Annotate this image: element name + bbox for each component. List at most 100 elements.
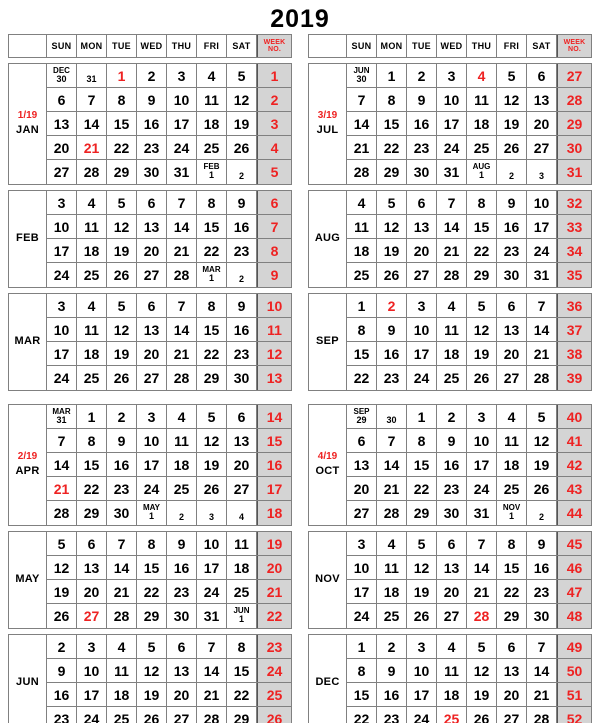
day-cell[interactable]: 10 [77, 659, 107, 682]
day-cell[interactable]: 14 [377, 453, 407, 476]
day-cell[interactable]: 24 [407, 366, 437, 390]
day-cell[interactable]: 22 [347, 707, 377, 723]
day-cell[interactable]: 11 [167, 429, 197, 452]
day-cell[interactable]: 25 [437, 366, 467, 390]
day-cell[interactable]: 15 [197, 318, 227, 341]
day-cell[interactable]: 9 [437, 429, 467, 452]
day-cell[interactable]: 5 [197, 405, 227, 428]
day-cell[interactable]: 3 [167, 64, 197, 87]
day-cell[interactable]: 10 [47, 215, 77, 238]
day-cell[interactable]: 22 [197, 342, 227, 365]
day-cell[interactable]: 5 [467, 635, 497, 658]
day-cell[interactable]: 22 [377, 136, 407, 159]
day-cell[interactable]: 3 [407, 635, 437, 658]
day-cell[interactable]: 6 [47, 88, 77, 111]
day-cell[interactable]: 2 [527, 501, 557, 525]
day-cell[interactable]: 15 [107, 112, 137, 135]
day-cell[interactable]: 2 [377, 635, 407, 658]
day-cell[interactable]: 18 [437, 683, 467, 706]
day-cell[interactable]: 18 [227, 556, 257, 579]
day-cell[interactable]: 30 [437, 501, 467, 525]
day-cell[interactable]: 1 [77, 405, 107, 428]
day-cell[interactable]: 27 [137, 263, 167, 287]
day-cell[interactable]: 12 [227, 88, 257, 111]
day-cell[interactable]: 20 [167, 683, 197, 706]
day-cell[interactable]: 22 [107, 136, 137, 159]
day-cell[interactable]: 11 [467, 88, 497, 111]
day-cell[interactable]: 3 [407, 294, 437, 317]
day-cell[interactable]: JUN 1 [227, 604, 257, 628]
day-cell[interactable]: 30 [497, 263, 527, 287]
day-cell[interactable]: 31 [467, 501, 497, 525]
day-cell[interactable]: 4 [467, 64, 497, 87]
day-cell[interactable]: 12 [527, 429, 557, 452]
day-cell[interactable]: 23 [527, 580, 557, 603]
day-cell[interactable]: 11 [437, 659, 467, 682]
day-cell[interactable]: 25 [467, 136, 497, 159]
day-cell[interactable]: 2 [167, 501, 197, 525]
day-cell[interactable]: 4 [77, 294, 107, 317]
day-cell[interactable]: 9 [407, 88, 437, 111]
day-cell[interactable]: 18 [197, 112, 227, 135]
day-cell[interactable]: MAY 1 [137, 501, 167, 525]
day-cell[interactable]: 8 [497, 532, 527, 555]
day-cell[interactable]: 22 [77, 477, 107, 500]
day-cell[interactable]: 13 [497, 659, 527, 682]
day-cell[interactable]: 1 [407, 405, 437, 428]
day-cell[interactable]: 2 [47, 635, 77, 658]
day-cell[interactable]: 2 [227, 160, 257, 184]
day-cell[interactable]: 28 [527, 707, 557, 723]
day-cell[interactable]: 24 [47, 263, 77, 287]
day-cell[interactable]: 13 [137, 318, 167, 341]
day-cell[interactable]: 15 [377, 112, 407, 135]
day-cell[interactable]: 5 [377, 191, 407, 214]
day-cell[interactable]: JUN 30 [347, 64, 377, 87]
day-cell[interactable]: 22 [227, 683, 257, 706]
day-cell[interactable]: 10 [407, 318, 437, 341]
day-cell[interactable]: 19 [497, 112, 527, 135]
day-cell[interactable]: 7 [527, 635, 557, 658]
day-cell[interactable]: 5 [527, 405, 557, 428]
day-cell[interactable]: 2 [437, 405, 467, 428]
day-cell[interactable]: 3 [437, 64, 467, 87]
day-cell[interactable]: 15 [497, 556, 527, 579]
day-cell[interactable]: 20 [137, 239, 167, 262]
day-cell[interactable]: 17 [137, 453, 167, 476]
day-cell[interactable]: 20 [77, 580, 107, 603]
day-cell[interactable]: 6 [437, 532, 467, 555]
day-cell[interactable]: 1 [377, 64, 407, 87]
day-cell[interactable]: 9 [227, 191, 257, 214]
day-cell[interactable]: 25 [377, 604, 407, 628]
day-cell[interactable]: 10 [437, 88, 467, 111]
day-cell[interactable]: 6 [137, 191, 167, 214]
day-cell[interactable]: 27 [527, 136, 557, 159]
day-cell[interactable]: 14 [197, 659, 227, 682]
day-cell[interactable]: 15 [137, 556, 167, 579]
day-cell[interactable]: 4 [437, 294, 467, 317]
day-cell[interactable]: 10 [167, 88, 197, 111]
day-cell[interactable]: 9 [137, 88, 167, 111]
day-cell[interactable]: 26 [467, 366, 497, 390]
day-cell[interactable]: 8 [347, 659, 377, 682]
day-cell[interactable]: 23 [47, 707, 77, 723]
day-cell[interactable]: 15 [467, 215, 497, 238]
day-cell[interactable]: 7 [467, 532, 497, 555]
day-cell[interactable]: 13 [527, 88, 557, 111]
day-cell[interactable]: 21 [47, 477, 77, 500]
day-cell[interactable]: 25 [77, 366, 107, 390]
day-cell[interactable]: 14 [437, 215, 467, 238]
day-cell[interactable]: 4 [197, 64, 227, 87]
day-cell[interactable]: 21 [437, 239, 467, 262]
day-cell[interactable]: 22 [197, 239, 227, 262]
day-cell[interactable]: 16 [527, 556, 557, 579]
month-block-oct[interactable]: 4/19 OCT SEP 29 30 1 2 3 4 5 40 6 7 8 9 10 11 12 41 13 14 15 1… [308, 404, 592, 526]
day-cell[interactable]: 15 [347, 683, 377, 706]
day-cell[interactable]: 26 [227, 136, 257, 159]
day-cell[interactable]: 11 [77, 318, 107, 341]
day-cell[interactable]: 20 [227, 453, 257, 476]
day-cell[interactable]: 26 [467, 707, 497, 723]
day-cell[interactable]: 2 [137, 64, 167, 87]
day-cell[interactable]: 18 [377, 580, 407, 603]
day-cell[interactable]: 5 [107, 191, 137, 214]
day-cell[interactable]: 11 [437, 318, 467, 341]
